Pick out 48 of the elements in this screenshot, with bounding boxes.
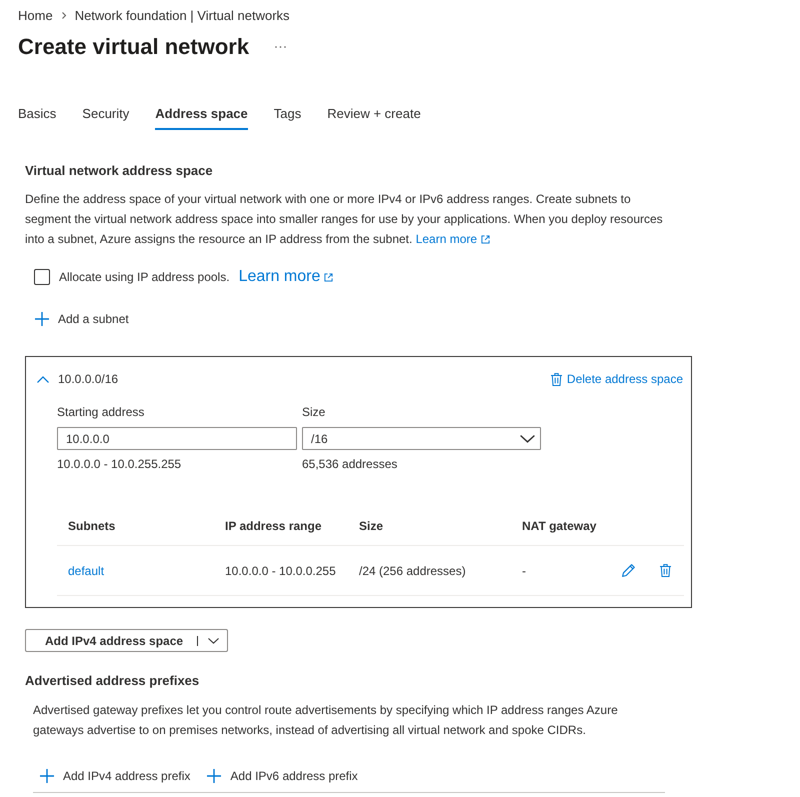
field-label: Starting address xyxy=(57,404,144,421)
chevron-down-icon xyxy=(520,434,535,442)
tab[interactable]: Security xyxy=(82,105,130,130)
add-prefix-button[interactable]: Add IPv6 address prefix xyxy=(207,766,358,786)
checkbox-label: Allocate using IP address pools. xyxy=(59,270,230,284)
field-label: Size xyxy=(302,404,326,421)
external-link-icon xyxy=(324,272,334,282)
chevron-up-icon[interactable] xyxy=(37,376,49,382)
plus-icon xyxy=(35,312,49,326)
column-header: Size xyxy=(358,518,384,532)
tab[interactable]: Basics xyxy=(18,105,56,130)
tab[interactable]: Review + create xyxy=(327,105,421,130)
description-text: Advertised gateway prefixes let you control route advertisements by specifying which IP address ranges Azure gateways advertise to on premises networks, instead of advertising all virtual network and spoke CIDRs. xyxy=(33,702,619,739)
delete-address-space-link[interactable]: Delete address space xyxy=(550,372,683,386)
table-cell: - xyxy=(522,564,526,578)
column-header: NAT gateway xyxy=(521,518,596,532)
column-header: Subnets xyxy=(67,518,116,532)
chevron-right-icon xyxy=(62,12,66,18)
learn-more-link[interactable]: Learn more xyxy=(238,268,334,286)
starting-address-input[interactable]: 10.0.0.0 xyxy=(57,427,297,450)
address-space-title: 10.0.0.0/16 xyxy=(58,372,118,386)
tab[interactable]: Address space xyxy=(155,105,248,130)
plus-icon xyxy=(40,769,54,783)
learn-more-link[interactable]: Learn more xyxy=(416,229,490,249)
section-heading: Virtual network address space xyxy=(25,162,213,180)
add-subnet-button[interactable]: Add a subnet xyxy=(35,309,129,329)
checkbox[interactable] xyxy=(34,269,50,285)
tab[interactable]: Tags xyxy=(274,105,302,130)
caret-icon[interactable] xyxy=(208,638,220,644)
field-hint: 10.0.0.0 - 10.0.255.255 xyxy=(57,456,182,473)
table-cell: 10.0.0.0 - 10.0.0.255 xyxy=(225,564,336,578)
field-hint: 65,536 addresses xyxy=(302,456,398,473)
external-link-icon xyxy=(481,234,490,244)
column-header: IP address range xyxy=(224,518,322,532)
breadcrumb-link[interactable]: Home xyxy=(18,8,53,22)
page-title: Create virtual network xyxy=(18,34,250,60)
size-dropdown[interactable]: /16 xyxy=(302,427,541,450)
plus-icon xyxy=(207,769,222,783)
section-heading: Advertised address prefixes xyxy=(25,672,200,690)
trash-icon xyxy=(550,372,562,386)
add-prefix-button[interactable]: Add IPv4 address prefix xyxy=(40,766,190,786)
breadcrumb-link[interactable]: Network foundation | Virtual networks xyxy=(74,8,290,22)
pencil-icon[interactable] xyxy=(622,564,635,577)
add-address-space-button[interactable]: Add IPv4 address space xyxy=(25,629,228,652)
description-text: Define the address space of your virtual network with one or more IPv4 or IPv6 address ranges. Create subnets to segment the virtual network address space into smaller ranges for use by your applications. When you deploy resources into a subnet, Azure assigns the resource an IP address from the subnet. Learn more xyxy=(25,189,672,249)
table-cell: /24 (256 addresses) xyxy=(359,564,466,578)
subnet-link[interactable]: default xyxy=(68,564,104,578)
trash-icon[interactable] xyxy=(660,564,671,577)
